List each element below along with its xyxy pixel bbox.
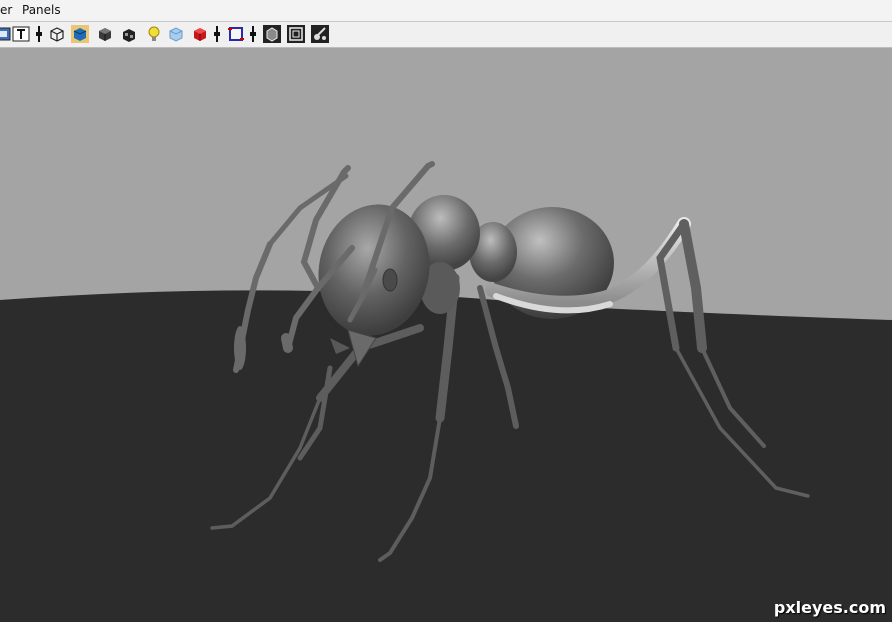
display-cube-icon[interactable] <box>263 25 281 43</box>
select-camera-icon[interactable] <box>0 25 12 43</box>
shaded-cube-icon[interactable] <box>96 25 114 43</box>
toolbar-separator <box>214 26 220 42</box>
text-icon[interactable] <box>12 25 30 43</box>
smooth-shade-icon[interactable] <box>71 25 89 43</box>
viewport-scene <box>0 48 892 622</box>
menu-item-panels[interactable]: Panels <box>22 3 61 17</box>
toolbar-separator <box>250 26 256 42</box>
camera-attributes-icon[interactable] <box>311 25 329 43</box>
watermark: pxleyes.com <box>773 598 886 617</box>
toolbar-separator <box>36 26 42 42</box>
light-bulb-icon[interactable] <box>145 25 163 43</box>
resolution-gate-icon[interactable] <box>287 25 305 43</box>
viewport-toolbar <box>0 22 892 48</box>
menu-bar: er Panels <box>0 0 892 22</box>
textured-cube-icon[interactable] <box>120 25 138 43</box>
red-cube-icon[interactable] <box>191 25 209 43</box>
isolate-frame-icon[interactable] <box>227 25 245 43</box>
xray-cube-icon[interactable] <box>167 25 185 43</box>
wireframe-icon[interactable] <box>48 25 66 43</box>
3d-viewport[interactable] <box>0 48 892 622</box>
menu-item-view[interactable]: er <box>0 3 12 17</box>
